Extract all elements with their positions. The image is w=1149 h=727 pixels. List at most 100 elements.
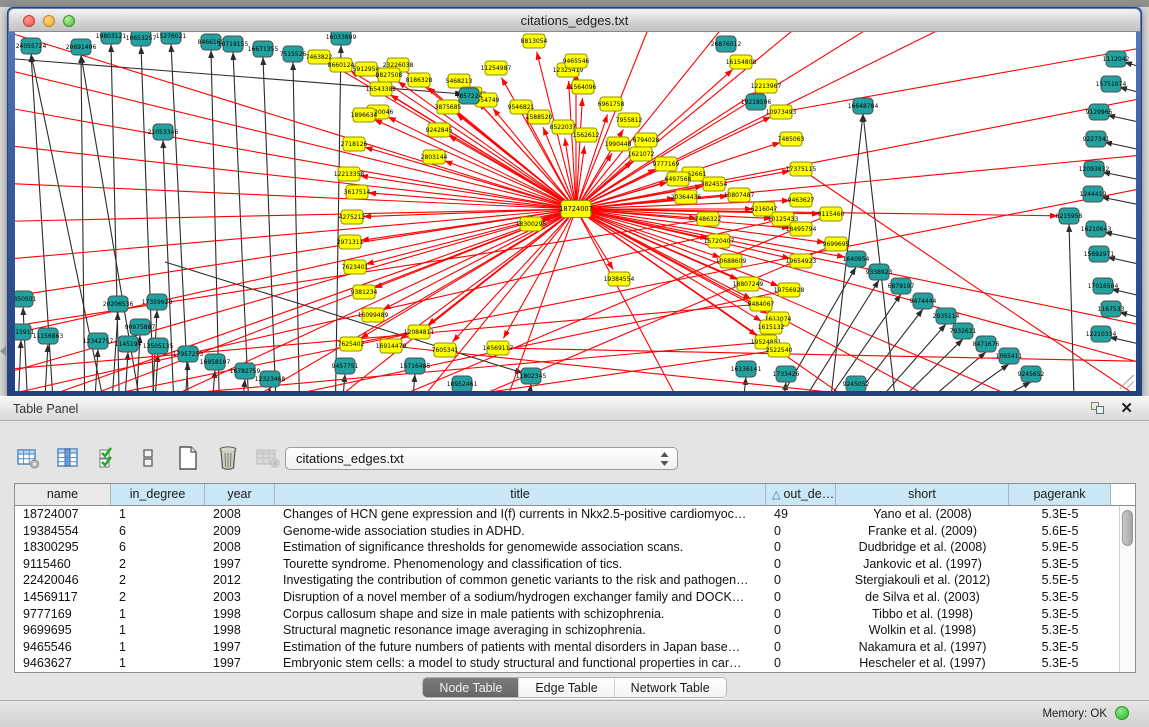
graph-edge[interactable] xyxy=(1104,232,1136,247)
table-cell[interactable]: 0 xyxy=(766,556,836,573)
graph-edge[interactable] xyxy=(240,379,245,391)
network-canvas[interactable]: 7463822866012459129542322603898275088186… xyxy=(15,32,1136,391)
graph-edge[interactable] xyxy=(863,114,899,391)
table-cell[interactable]: Estimation of significance thresholds fo… xyxy=(275,539,766,556)
column-header-year[interactable]: year xyxy=(205,484,275,505)
delete-table-icon[interactable] xyxy=(254,444,282,472)
table-row[interactable]: 911546021997Tourette syndrome. Phenomeno… xyxy=(15,556,1119,573)
table-cell[interactable]: 2008 xyxy=(205,506,275,523)
table-cell[interactable]: 9463627 xyxy=(15,655,111,672)
graph-edge[interactable] xyxy=(525,384,531,391)
table-cell[interactable]: 5.3E-5 xyxy=(1009,606,1111,623)
table-row[interactable]: 2242004622012Investigating the contribut… xyxy=(15,572,1119,589)
table-cell[interactable]: Changes of HCN gene expression and I(f) … xyxy=(275,506,766,523)
table-cell[interactable]: 9777169 xyxy=(15,606,111,623)
table-row[interactable]: 946362711997Embryonic stem cells: a mode… xyxy=(15,655,1119,672)
table-cell[interactable]: 1997 xyxy=(205,556,275,573)
graph-edge[interactable] xyxy=(576,209,895,391)
table-cell[interactable]: 1 xyxy=(111,655,205,672)
window-resize-grip[interactable] xyxy=(1120,375,1134,389)
table-cell[interactable]: Franke et al. (2009) xyxy=(836,523,1009,540)
graph-edge[interactable] xyxy=(914,364,1009,391)
table-cell[interactable]: 0 xyxy=(766,655,836,672)
table-cell[interactable]: 2009 xyxy=(205,523,275,540)
column-header-pagerank[interactable]: pagerank xyxy=(1009,484,1111,505)
table-row[interactable]: 977716911998Corpus callosum shape and si… xyxy=(15,606,1119,623)
table-cell[interactable]: 9115460 xyxy=(15,556,111,573)
graph-edge[interactable] xyxy=(388,117,576,209)
row-options-icon[interactable] xyxy=(134,444,162,472)
table-cell[interactable]: 5.5E-5 xyxy=(1009,572,1111,589)
table-cell[interactable]: 2 xyxy=(111,556,205,573)
column-header-title[interactable]: title xyxy=(275,484,766,505)
graph-edge[interactable] xyxy=(340,374,345,391)
table-mode-icon[interactable] xyxy=(14,444,42,472)
table-cell[interactable]: 1998 xyxy=(205,622,275,639)
graph-edge[interactable] xyxy=(740,377,746,391)
table-cell[interactable]: 1 xyxy=(111,622,205,639)
graph-edge[interactable] xyxy=(1107,115,1136,130)
show-columns-icon[interactable] xyxy=(54,444,82,472)
table-cell[interactable]: Yano et al. (2008) xyxy=(836,506,1009,523)
table-cell[interactable]: 0 xyxy=(766,606,836,623)
table-selector-combo[interactable]: citations_edges.txt xyxy=(285,447,678,470)
graph-edge[interactable] xyxy=(43,344,48,391)
table-cell[interactable]: 1 xyxy=(111,639,205,656)
graph-edge[interactable] xyxy=(23,307,29,391)
new-column-icon[interactable] xyxy=(174,444,202,472)
column-header-name[interactable]: name xyxy=(15,484,111,505)
graph-edge[interactable] xyxy=(781,42,1136,112)
window-titlebar[interactable]: citations_edges.txt xyxy=(9,9,1140,32)
table-cell[interactable]: 1 xyxy=(111,506,205,523)
table-cell[interactable]: Wolkin et al. (1998) xyxy=(836,622,1009,639)
graph-edge[interactable] xyxy=(1119,312,1136,327)
table-cell[interactable]: 2 xyxy=(111,589,205,606)
column-header-in_degree[interactable]: in_degree xyxy=(111,484,205,505)
table-cell[interactable]: 6 xyxy=(111,539,205,556)
select-visible-icon[interactable] xyxy=(94,444,122,472)
table-cell[interactable]: 5.3E-5 xyxy=(1009,622,1111,639)
table-cell[interactable]: 0 xyxy=(766,639,836,656)
table-cell[interactable]: 18724007 xyxy=(15,506,111,523)
scrollbar-thumb[interactable] xyxy=(1122,510,1133,546)
table-row[interactable]: 1872400712008Changes of HCN gene express… xyxy=(15,506,1119,523)
table-cell[interactable]: Estimation of the future numbers of pati… xyxy=(275,639,766,656)
table-cell[interactable]: 2012 xyxy=(205,572,275,589)
table-cell[interactable]: 14569117 xyxy=(15,589,111,606)
graph-edge[interactable] xyxy=(1107,257,1136,272)
table-cell[interactable]: 9465546 xyxy=(15,639,111,656)
table-cell[interactable]: de Silva et al. (2003) xyxy=(836,589,1009,606)
table-cell[interactable]: 49 xyxy=(766,506,836,523)
graph-edge[interactable] xyxy=(17,340,21,391)
table-cell[interactable]: 2 xyxy=(111,572,205,589)
table-cell[interactable]: 1997 xyxy=(205,639,275,656)
table-cell[interactable]: 1998 xyxy=(205,606,275,623)
table-cell[interactable]: 18300295 xyxy=(15,539,111,556)
table-row[interactable]: 969969511998Structural magnetic resonanc… xyxy=(15,622,1119,639)
table-cell[interactable]: Hescheler et al. (1997) xyxy=(836,655,1009,672)
graph-edge[interactable] xyxy=(123,352,128,391)
table-cell[interactable]: Investigating the contribution of common… xyxy=(275,572,766,589)
column-header-out_de[interactable]: △out_de… xyxy=(766,484,836,505)
table-cell[interactable]: 0 xyxy=(766,539,836,556)
table-cell[interactable]: 5.6E-5 xyxy=(1009,523,1111,540)
table-row[interactable]: 946554611997Estimation of the future num… xyxy=(15,639,1119,656)
graph-edge[interactable] xyxy=(365,147,576,209)
graph-edge[interactable] xyxy=(110,312,118,391)
graph-edge[interactable] xyxy=(1102,172,1136,187)
delete-column-icon[interactable] xyxy=(214,444,242,472)
table-cell[interactable]: 19384554 xyxy=(15,523,111,540)
graph-edge[interactable] xyxy=(211,50,220,391)
citation-network-graph[interactable]: 7463822866012459129542322603898275088186… xyxy=(15,32,1136,391)
table-cell[interactable]: 5.3E-5 xyxy=(1009,556,1111,573)
table-cell[interactable]: 9699695 xyxy=(15,622,111,639)
graph-edge[interactable] xyxy=(1109,337,1136,352)
table-row[interactable]: 1830029562008Estimation of significance … xyxy=(15,539,1119,556)
table-cell[interactable]: 6 xyxy=(111,523,205,540)
table-cell[interactable]: 0 xyxy=(766,589,836,606)
graph-edge[interactable] xyxy=(1101,197,1136,212)
table-cell[interactable]: 2008 xyxy=(205,539,275,556)
graph-edge[interactable] xyxy=(498,348,1136,362)
table-cell[interactable]: 0 xyxy=(766,572,836,589)
tab-network-table[interactable]: Network Table xyxy=(615,678,726,697)
